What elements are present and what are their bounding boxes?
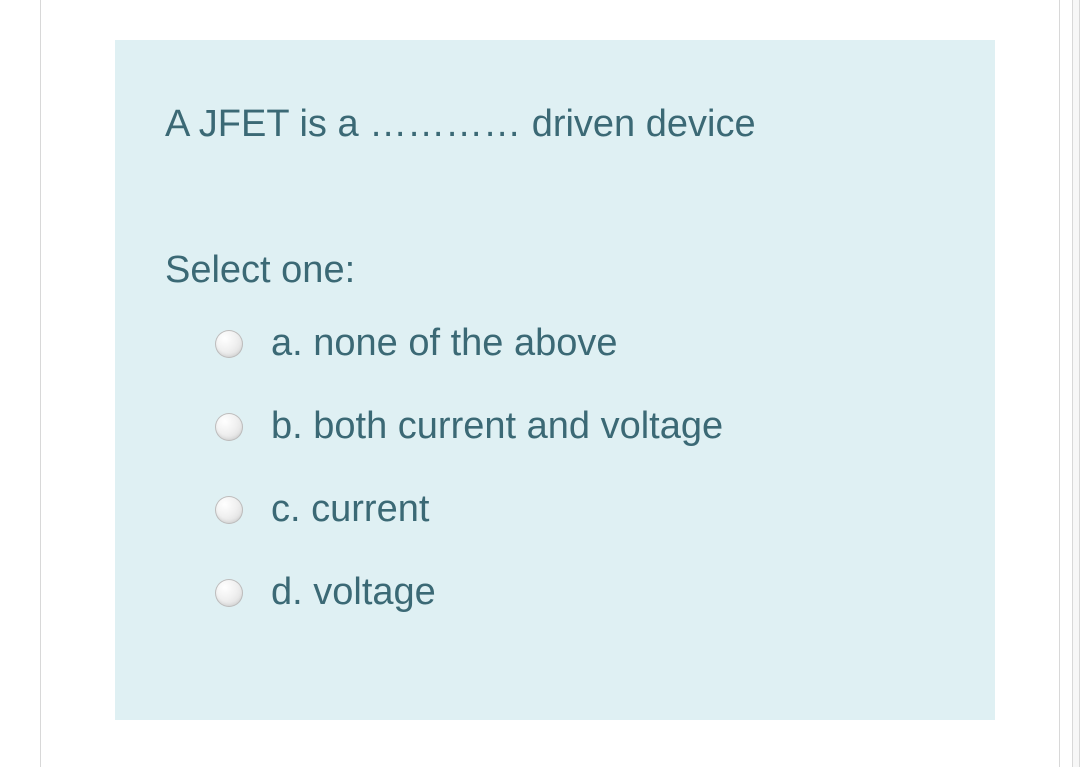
question-card: A JFET is a ………… driven device Select on…: [115, 40, 995, 720]
option-text: none of the above: [313, 322, 617, 364]
radio-icon[interactable]: [215, 330, 243, 358]
radio-icon[interactable]: [215, 496, 243, 524]
option-letter: c.: [271, 488, 301, 530]
question-text: A JFET is a ………… driven device: [165, 100, 945, 149]
option-d[interactable]: d. voltage: [215, 571, 945, 614]
option-label[interactable]: a. none of the above: [271, 322, 618, 365]
option-label[interactable]: d. voltage: [271, 571, 436, 614]
radio-icon[interactable]: [215, 579, 243, 607]
option-letter: a.: [271, 322, 303, 364]
option-text: current: [311, 488, 429, 530]
option-letter: b.: [271, 405, 303, 447]
options-group: a. none of the above b. both current and…: [165, 322, 945, 614]
option-text: voltage: [313, 571, 436, 613]
option-label[interactable]: c. current: [271, 488, 429, 531]
option-letter: d.: [271, 571, 303, 613]
option-text: both current and voltage: [313, 405, 723, 447]
option-a[interactable]: a. none of the above: [215, 322, 945, 365]
option-b[interactable]: b. both current and voltage: [215, 405, 945, 448]
radio-icon[interactable]: [215, 413, 243, 441]
select-one-label: Select one:: [165, 249, 945, 292]
option-label[interactable]: b. both current and voltage: [271, 405, 723, 448]
scrollbar-track[interactable]: [1072, 0, 1080, 767]
option-c[interactable]: c. current: [215, 488, 945, 531]
